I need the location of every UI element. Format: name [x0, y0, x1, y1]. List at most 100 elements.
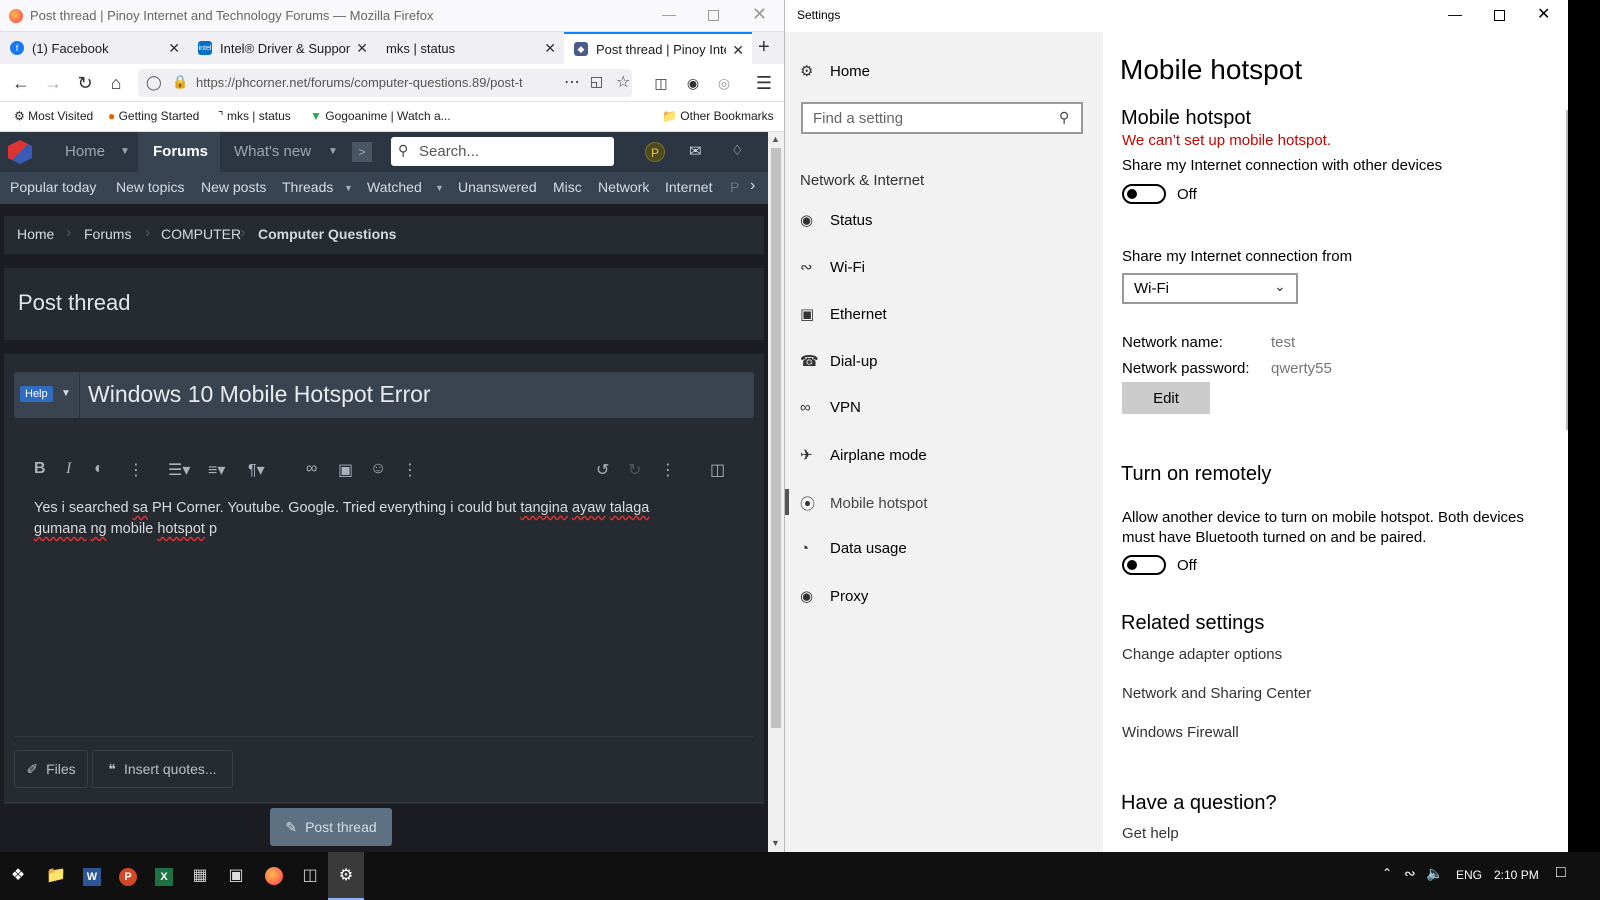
close-icon[interactable]: ✕: [1537, 4, 1550, 24]
file-explorer-icon[interactable]: 📁: [42, 862, 70, 890]
network-tray-icon[interactable]: ∾: [1404, 865, 1416, 882]
avatar[interactable]: P: [645, 142, 665, 162]
bookmark-mks-status[interactable]: ⌝ mks | status: [218, 109, 291, 123]
search-input[interactable]: ⚲ Search...: [391, 137, 614, 166]
settings-nav-ethernet[interactable]: ▣ Ethernet: [800, 305, 887, 324]
search-icon[interactable]: ⚲: [1059, 109, 1069, 126]
calculator-icon[interactable]: ▦: [186, 862, 214, 890]
page-actions-icon[interactable]: ⋯: [564, 72, 580, 92]
close-tab-icon[interactable]: ✕: [732, 42, 744, 59]
list-icon[interactable]: ☰▾: [168, 460, 190, 480]
preview-icon[interactable]: ◫: [710, 460, 725, 480]
bookmark-gogoanime[interactable]: ▼ Gogoanime | Watch a...: [310, 109, 451, 123]
bold-icon[interactable]: B: [34, 460, 46, 478]
tab-facebook[interactable]: f (1) Facebook ✕: [0, 32, 188, 64]
new-tab-icon[interactable]: +: [758, 36, 770, 59]
url-bar[interactable]: ◯ 🔒 https://phcorner.net/forums/computer…: [138, 69, 632, 97]
app-icon[interactable]: ◫: [296, 862, 324, 890]
close-icon[interactable]: ✕: [752, 4, 767, 25]
settings-nav-proxy[interactable]: ◉ Proxy: [800, 587, 868, 606]
italic-icon[interactable]: I: [66, 460, 71, 478]
close-tab-icon[interactable]: ✕: [544, 40, 556, 57]
menu-icon[interactable]: ☰: [753, 72, 775, 94]
scroll-thumb[interactable]: [771, 148, 781, 728]
subnav-threads[interactable]: Threads: [282, 179, 333, 195]
settings-home[interactable]: ⚙ Home: [800, 62, 870, 81]
close-tab-icon[interactable]: ✕: [168, 40, 180, 57]
subnav-watched[interactable]: Watched: [367, 179, 422, 195]
post-thread-button[interactable]: ✎ Post thread: [270, 808, 392, 846]
related-windows-firewall[interactable]: Windows Firewall: [1122, 724, 1239, 741]
extension-globe-icon[interactable]: ◎: [713, 72, 735, 94]
tray-chevron-up-icon[interactable]: ⌃: [1382, 866, 1392, 880]
settings-nav-dialup[interactable]: ☎ Dial-up: [800, 352, 878, 371]
scrollbar[interactable]: ▲ ▼: [768, 132, 784, 869]
settings-nav-mobile-hotspot[interactable]: ⦿ Mobile hotspot: [800, 493, 928, 514]
subnav-scroll-right-icon[interactable]: ›: [750, 177, 755, 195]
bookmark-star-icon[interactable]: ☆: [616, 72, 630, 92]
settings-nav-status[interactable]: ◉ Status: [800, 211, 873, 230]
subnav-network[interactable]: Network: [598, 179, 649, 195]
paint-icon[interactable]: ▣: [222, 862, 250, 890]
nav-forums[interactable]: Forums: [153, 143, 208, 160]
chevron-down-icon[interactable]: ▼: [435, 183, 444, 193]
get-help-link[interactable]: Get help: [1122, 825, 1179, 842]
nav-whats-new[interactable]: What's new: [234, 143, 311, 160]
chevron-down-icon[interactable]: ▼: [328, 146, 338, 157]
windows-start-icon[interactable]: ❖: [4, 862, 32, 890]
undo-icon[interactable]: ↺: [596, 460, 609, 480]
shield-icon[interactable]: ◯: [146, 74, 162, 91]
thread-title-text[interactable]: Windows 10 Mobile Hotspot Error: [88, 381, 431, 408]
other-bookmarks[interactable]: 📁 Other Bookmarks: [662, 109, 774, 123]
remote-toggle[interactable]: [1122, 555, 1166, 575]
subnav-new-topics[interactable]: New topics: [116, 179, 184, 195]
edit-button[interactable]: Edit: [1122, 382, 1210, 414]
nav-scroll-right-icon[interactable]: >: [352, 142, 372, 162]
prefix-select[interactable]: Help ▼: [14, 372, 80, 418]
redo-icon[interactable]: ↻: [628, 460, 641, 480]
image-icon[interactable]: ▣: [338, 460, 353, 480]
notifications-icon[interactable]: □: [1556, 864, 1566, 882]
minimize-icon[interactable]: —: [1448, 6, 1462, 22]
sidebar-icon[interactable]: ◫: [650, 72, 672, 94]
settings-nav-airplane[interactable]: ✈ Airplane mode: [800, 446, 927, 465]
scroll-up-icon[interactable]: ▲: [771, 134, 780, 144]
url-text[interactable]: https://phcorner.net/forums/computer-que…: [196, 75, 576, 90]
settings-nav-vpn[interactable]: ∞ VPN: [800, 399, 861, 416]
volume-icon[interactable]: 🔈: [1426, 865, 1443, 882]
nav-home[interactable]: Home: [65, 143, 105, 160]
align-icon[interactable]: ≡▾: [208, 460, 225, 480]
maximize-icon[interactable]: [708, 10, 719, 21]
settings-search-input[interactable]: Find a setting ⚲: [801, 102, 1083, 134]
chevron-down-icon[interactable]: ▼: [344, 183, 353, 193]
related-change-adapter[interactable]: Change adapter options: [1122, 646, 1282, 663]
more-vertical-icon[interactable]: ⋮: [660, 460, 676, 480]
message-body[interactable]: Yes i searched sa PH Corner. Youtube. Go…: [34, 498, 734, 540]
subnav-new-posts[interactable]: New posts: [201, 179, 266, 195]
inbox-icon[interactable]: ✉: [689, 142, 702, 160]
tab-post-thread[interactable]: ◆ Post thread | Pinoy Inter ✕: [564, 32, 752, 64]
breadcrumb-home[interactable]: Home: [17, 226, 54, 242]
maximize-icon[interactable]: [1494, 10, 1505, 21]
settings-nav-wifi[interactable]: ∾ Wi-Fi: [800, 258, 865, 277]
bookmark-getting-started[interactable]: ● Getting Started: [108, 109, 199, 123]
settings-scrollbar[interactable]: [1566, 110, 1568, 430]
word-icon[interactable]: W: [78, 862, 106, 890]
bell-icon[interactable]: ♢: [731, 142, 744, 159]
chevron-down-icon[interactable]: ▼: [120, 146, 130, 157]
subnav-internet[interactable]: Internet: [665, 179, 712, 195]
subnav-popular-today[interactable]: Popular today: [10, 179, 96, 195]
paragraph-icon[interactable]: ¶▾: [248, 460, 265, 480]
forward-icon[interactable]: →: [42, 72, 64, 94]
related-network-sharing[interactable]: Network and Sharing Center: [1122, 685, 1311, 702]
bookmark-most-visited[interactable]: ⚙ Most Visited: [14, 109, 93, 123]
minimize-icon[interactable]: —: [662, 6, 676, 22]
link-icon[interactable]: ∞: [306, 460, 317, 478]
close-tab-icon[interactable]: ✕: [356, 40, 368, 57]
breadcrumb-forums[interactable]: Forums: [84, 226, 131, 242]
more-vertical-icon[interactable]: ⋮: [402, 460, 418, 480]
gear-icon[interactable]: ⚙: [332, 862, 360, 890]
share-toggle[interactable]: [1122, 184, 1166, 204]
back-icon[interactable]: ←: [10, 72, 32, 94]
insert-quotes-button[interactable]: ❝ Insert quotes...: [92, 750, 233, 788]
